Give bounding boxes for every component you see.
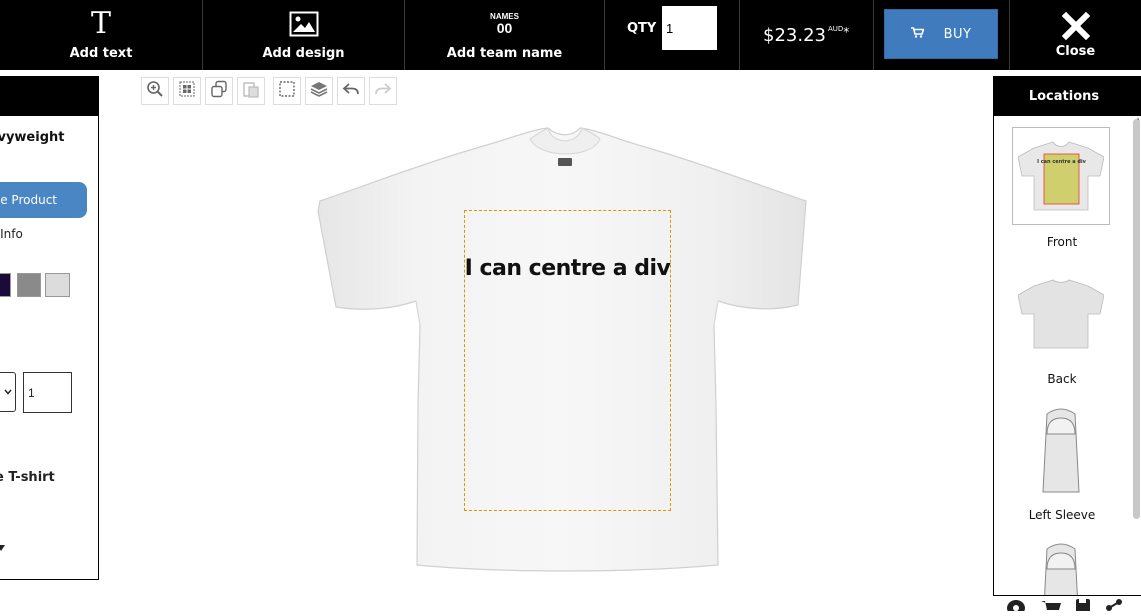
cart-icon [910, 26, 925, 42]
change-product-label: e Product [0, 193, 57, 207]
close-icon [1061, 11, 1090, 40]
add-text-button[interactable]: T Add text [0, 0, 203, 70]
price-asterisk: * [843, 25, 850, 39]
add-design-label: Add design [262, 45, 345, 61]
buy-button[interactable]: BUY [884, 9, 998, 59]
duplicate-button[interactable] [205, 77, 233, 105]
undo-button[interactable] [337, 77, 365, 105]
paste-icon [242, 80, 260, 103]
undo-icon [342, 82, 360, 101]
team-icon-number: 00 [496, 19, 513, 36]
cart-icon[interactable] [1041, 598, 1061, 616]
right-sleeve-thumbnail [1012, 539, 1110, 595]
price-currency: AUD [827, 25, 844, 33]
price-display: $23.23 AUD* [763, 25, 849, 46]
front-thumbnail: I can centre a div [1012, 127, 1110, 225]
preview-icon[interactable] [1005, 598, 1027, 616]
paste-button[interactable] [237, 77, 265, 105]
product-info-link[interactable]: ct Info [0, 227, 23, 241]
locations-panel: Locations ▲ I can centre a div Front Bac… [993, 76, 1141, 596]
layers-button[interactable] [305, 77, 333, 105]
add-text-label: Add text [69, 45, 133, 61]
buy-label: BUY [943, 26, 972, 42]
color-swatch-light-grey[interactable] [45, 273, 70, 297]
text-icon: T [90, 6, 111, 41]
back-thumbnail [1012, 265, 1110, 362]
product-type: e T-shirt [0, 470, 55, 485]
location-back[interactable]: Back [1012, 265, 1112, 386]
location-label-back: Back [1047, 372, 1077, 386]
close-label: Close [1055, 43, 1096, 59]
expand-arrow-icon[interactable] [0, 543, 5, 554]
add-team-name-button[interactable]: NAMES 00 Add team name [405, 0, 605, 70]
location-right-sleeve[interactable] [1012, 539, 1112, 595]
top-toolbar: T Add text Add design NAMES 00 Add team … [0, 0, 1141, 70]
copy-icon [210, 80, 228, 103]
product-panel: Heavyweight e Product ct Info 1 e T-shir… [0, 76, 99, 580]
qty-input[interactable] [662, 6, 717, 50]
share-icon[interactable] [1105, 598, 1123, 616]
add-team-name-label: Add team name [446, 45, 563, 61]
location-front[interactable]: I can centre a div Front [1012, 127, 1112, 249]
change-product-button[interactable]: e Product [0, 182, 87, 218]
color-swatch-grey[interactable] [17, 273, 41, 297]
grid-select-icon [179, 81, 195, 102]
zoom-button[interactable] [141, 77, 169, 105]
location-label-left-sleeve: Left Sleeve [1028, 508, 1096, 522]
price-value: $23.23 [763, 25, 826, 46]
close-button[interactable]: Close [1009, 0, 1141, 70]
size-select[interactable] [0, 372, 16, 412]
chevron-down-icon [4, 386, 12, 398]
layers-icon [309, 80, 329, 103]
size-qty-value: 1 [28, 385, 35, 400]
design-text[interactable]: I can centre a div [464, 256, 671, 281]
locations-title: Locations [994, 77, 1141, 116]
svg-text:I can centre a div: I can centre a div [1037, 159, 1087, 165]
location-left-sleeve[interactable]: Left Sleeve [1012, 401, 1112, 522]
save-icon[interactable] [1075, 598, 1091, 616]
marquee-select-icon [278, 80, 296, 103]
product-name: Heavyweight [0, 130, 65, 145]
color-swatch-navy[interactable] [0, 273, 11, 297]
canvas-toolbar [141, 77, 397, 105]
location-label-front: Front [1046, 235, 1078, 249]
qty-label: QTY [627, 21, 657, 36]
select-area-button[interactable] [273, 77, 301, 105]
product-panel-header [0, 77, 98, 116]
add-design-button[interactable]: Add design [203, 0, 405, 70]
tshirt-label [558, 158, 572, 166]
locations-scrollbar[interactable] [1133, 119, 1140, 519]
image-icon [289, 10, 319, 38]
select-all-button[interactable] [173, 77, 201, 105]
zoom-in-icon [146, 80, 164, 103]
team-name-icon: NAMES 00 [490, 10, 519, 38]
left-sleeve-thumbnail [1012, 401, 1110, 498]
size-qty-input[interactable]: 1 [23, 372, 72, 413]
bottom-action-icons [1005, 598, 1123, 616]
redo-icon [374, 82, 392, 101]
redo-button[interactable] [369, 77, 397, 105]
